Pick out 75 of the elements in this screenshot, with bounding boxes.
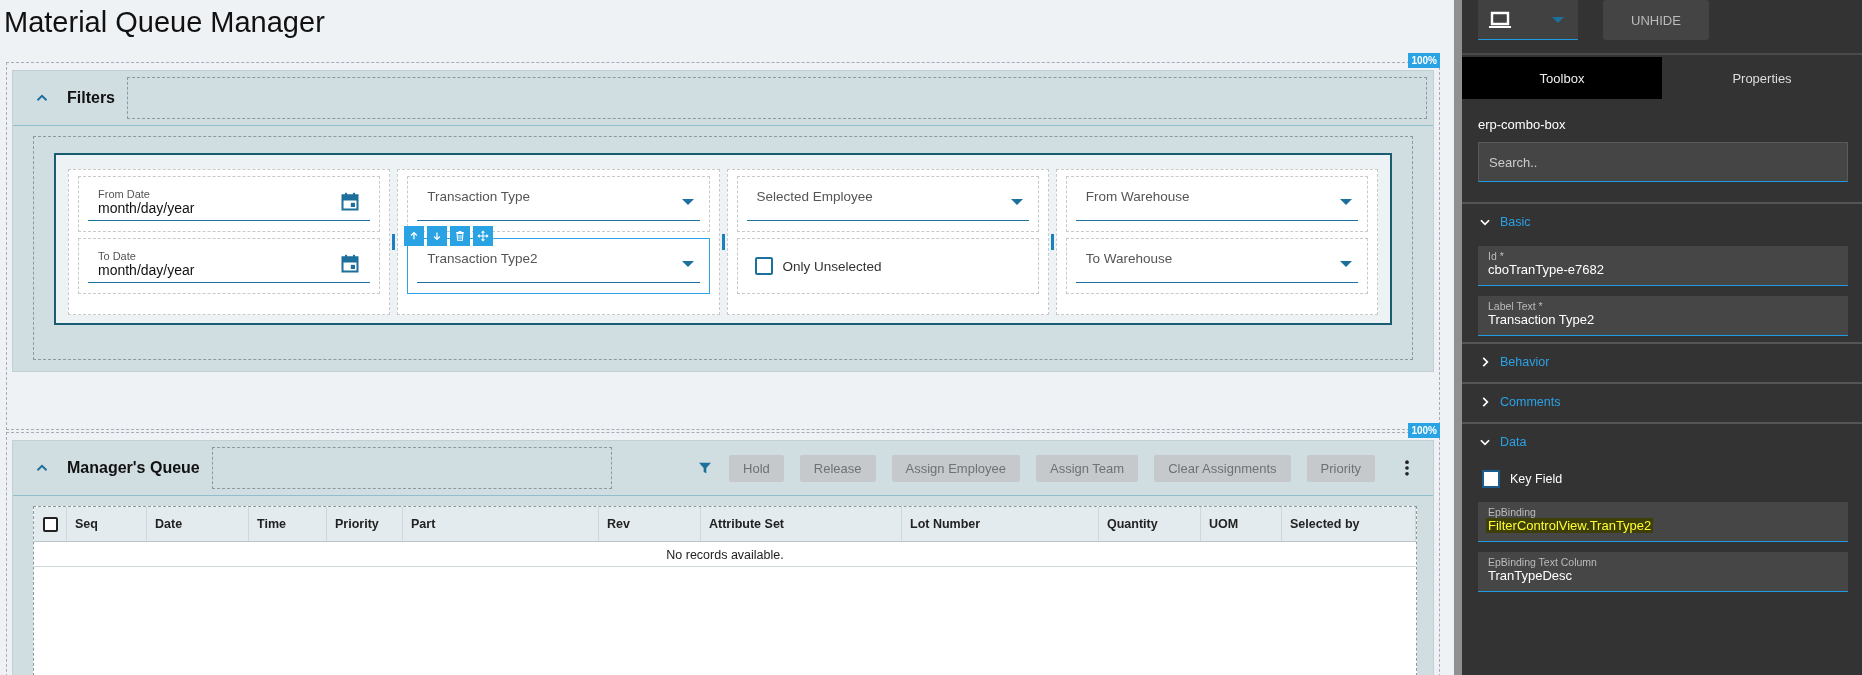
column-header[interactable]: UOM [1201, 507, 1282, 541]
resize-handle[interactable] [392, 234, 396, 250]
select-all-checkbox[interactable] [42, 516, 58, 532]
checkbox[interactable] [754, 257, 773, 275]
combo-box[interactable]: Transaction Type2 [417, 245, 700, 283]
field-value: FilterControlView.TranType2 [1486, 518, 1654, 533]
checkbox-label: Only Unselected [782, 258, 882, 274]
calendar-icon[interactable] [340, 253, 361, 274]
combo-label: From Warehouse [1085, 189, 1190, 204]
move-up-icon[interactable] [404, 226, 425, 246]
checkbox-label: Key Field [1510, 472, 1563, 486]
search-field[interactable]: Search.. [1478, 142, 1848, 182]
device-dropdown[interactable] [1478, 0, 1578, 40]
caret-down-icon[interactable] [681, 260, 694, 267]
property-field[interactable]: EpBinding Text Column TranTypeDesc [1478, 552, 1848, 592]
caret-down-icon [1552, 16, 1564, 23]
field-label: EpBinding Text Column [1488, 556, 1598, 568]
combo-label: To Warehouse [1085, 251, 1173, 266]
combo-box[interactable]: From Warehouse [1075, 183, 1358, 221]
drag-handle-icon[interactable] [473, 226, 494, 246]
field-label: From Date [98, 187, 151, 200]
section-header[interactable]: Comments [1462, 388, 1862, 416]
property-field[interactable]: EpBinding FilterControlView.TranType2 [1478, 502, 1848, 542]
column-header[interactable]: Quantity [1099, 507, 1201, 541]
combo-label: Transaction Type [427, 189, 531, 204]
zoom-badge: 100% [1408, 423, 1440, 438]
combo-box[interactable]: Transaction Type [417, 183, 700, 221]
field-value: month/day/year [98, 199, 196, 216]
caret-down-icon[interactable] [1010, 198, 1023, 205]
section-title: Manager's Queue [67, 459, 200, 477]
property-field[interactable]: Label Text * Transaction Type2 [1478, 296, 1848, 336]
tab[interactable]: Properties [1662, 57, 1862, 99]
combo-label: Selected Employee [756, 189, 873, 204]
combo-box[interactable]: Selected Employee [746, 183, 1029, 221]
field-label: Label Text * [1488, 300, 1544, 312]
field-label: To Date [98, 249, 137, 262]
unhide-button[interactable]: UNHIDE [1603, 0, 1709, 40]
combo-box[interactable]: To Warehouse [1075, 245, 1358, 283]
resize-handle[interactable] [1050, 234, 1054, 250]
column-header[interactable]: Time [249, 507, 327, 541]
column-header[interactable]: Attribute Set [701, 507, 902, 541]
field-value: TranTypeDesc [1488, 568, 1573, 583]
section-title: Filters [67, 89, 115, 107]
section-header[interactable]: Basic [1462, 208, 1862, 236]
caret-down-icon[interactable] [1340, 198, 1352, 205]
checkbox[interactable] [1482, 470, 1500, 488]
zoom-badge: 100% [1408, 53, 1440, 68]
page-title: Material Queue Manager [3, 5, 326, 40]
field-label: Id * [1488, 250, 1505, 262]
empty-message: No records available. [666, 548, 784, 562]
caret-down-icon[interactable] [1340, 260, 1352, 267]
field-value: month/day/year [98, 261, 196, 278]
resize-handle[interactable] [721, 234, 725, 250]
column-header[interactable]: Part [403, 507, 599, 541]
move-down-icon[interactable] [427, 226, 448, 246]
component-name: erp-combo-box [1477, 116, 1567, 134]
section-header[interactable]: Data [1462, 428, 1862, 456]
field-value: cboTranType-e7682 [1488, 262, 1604, 277]
column-header[interactable]: Date [147, 507, 249, 541]
combo-label: Transaction Type2 [427, 251, 538, 266]
column-header[interactable]: Priority [327, 507, 403, 541]
delete-icon[interactable] [450, 226, 471, 246]
field-label: EpBinding [1488, 506, 1537, 518]
section-header[interactable]: Behavior [1462, 348, 1862, 376]
tab[interactable]: Toolbox [1462, 57, 1662, 99]
date-field[interactable]: From Date month/day/year [88, 183, 371, 221]
column-header[interactable]: Selected by [1282, 507, 1416, 541]
date-field[interactable]: To Date month/day/year [88, 245, 371, 283]
caret-down-icon[interactable] [681, 198, 694, 205]
column-header[interactable]: Lot Number [902, 507, 1099, 541]
column-header[interactable]: Seq [67, 507, 147, 541]
column-header[interactable]: Rev [599, 507, 701, 541]
property-field[interactable]: Id * cboTranType-e7682 [1478, 246, 1848, 286]
field-value: Transaction Type2 [1488, 312, 1595, 327]
calendar-icon[interactable] [340, 191, 361, 212]
